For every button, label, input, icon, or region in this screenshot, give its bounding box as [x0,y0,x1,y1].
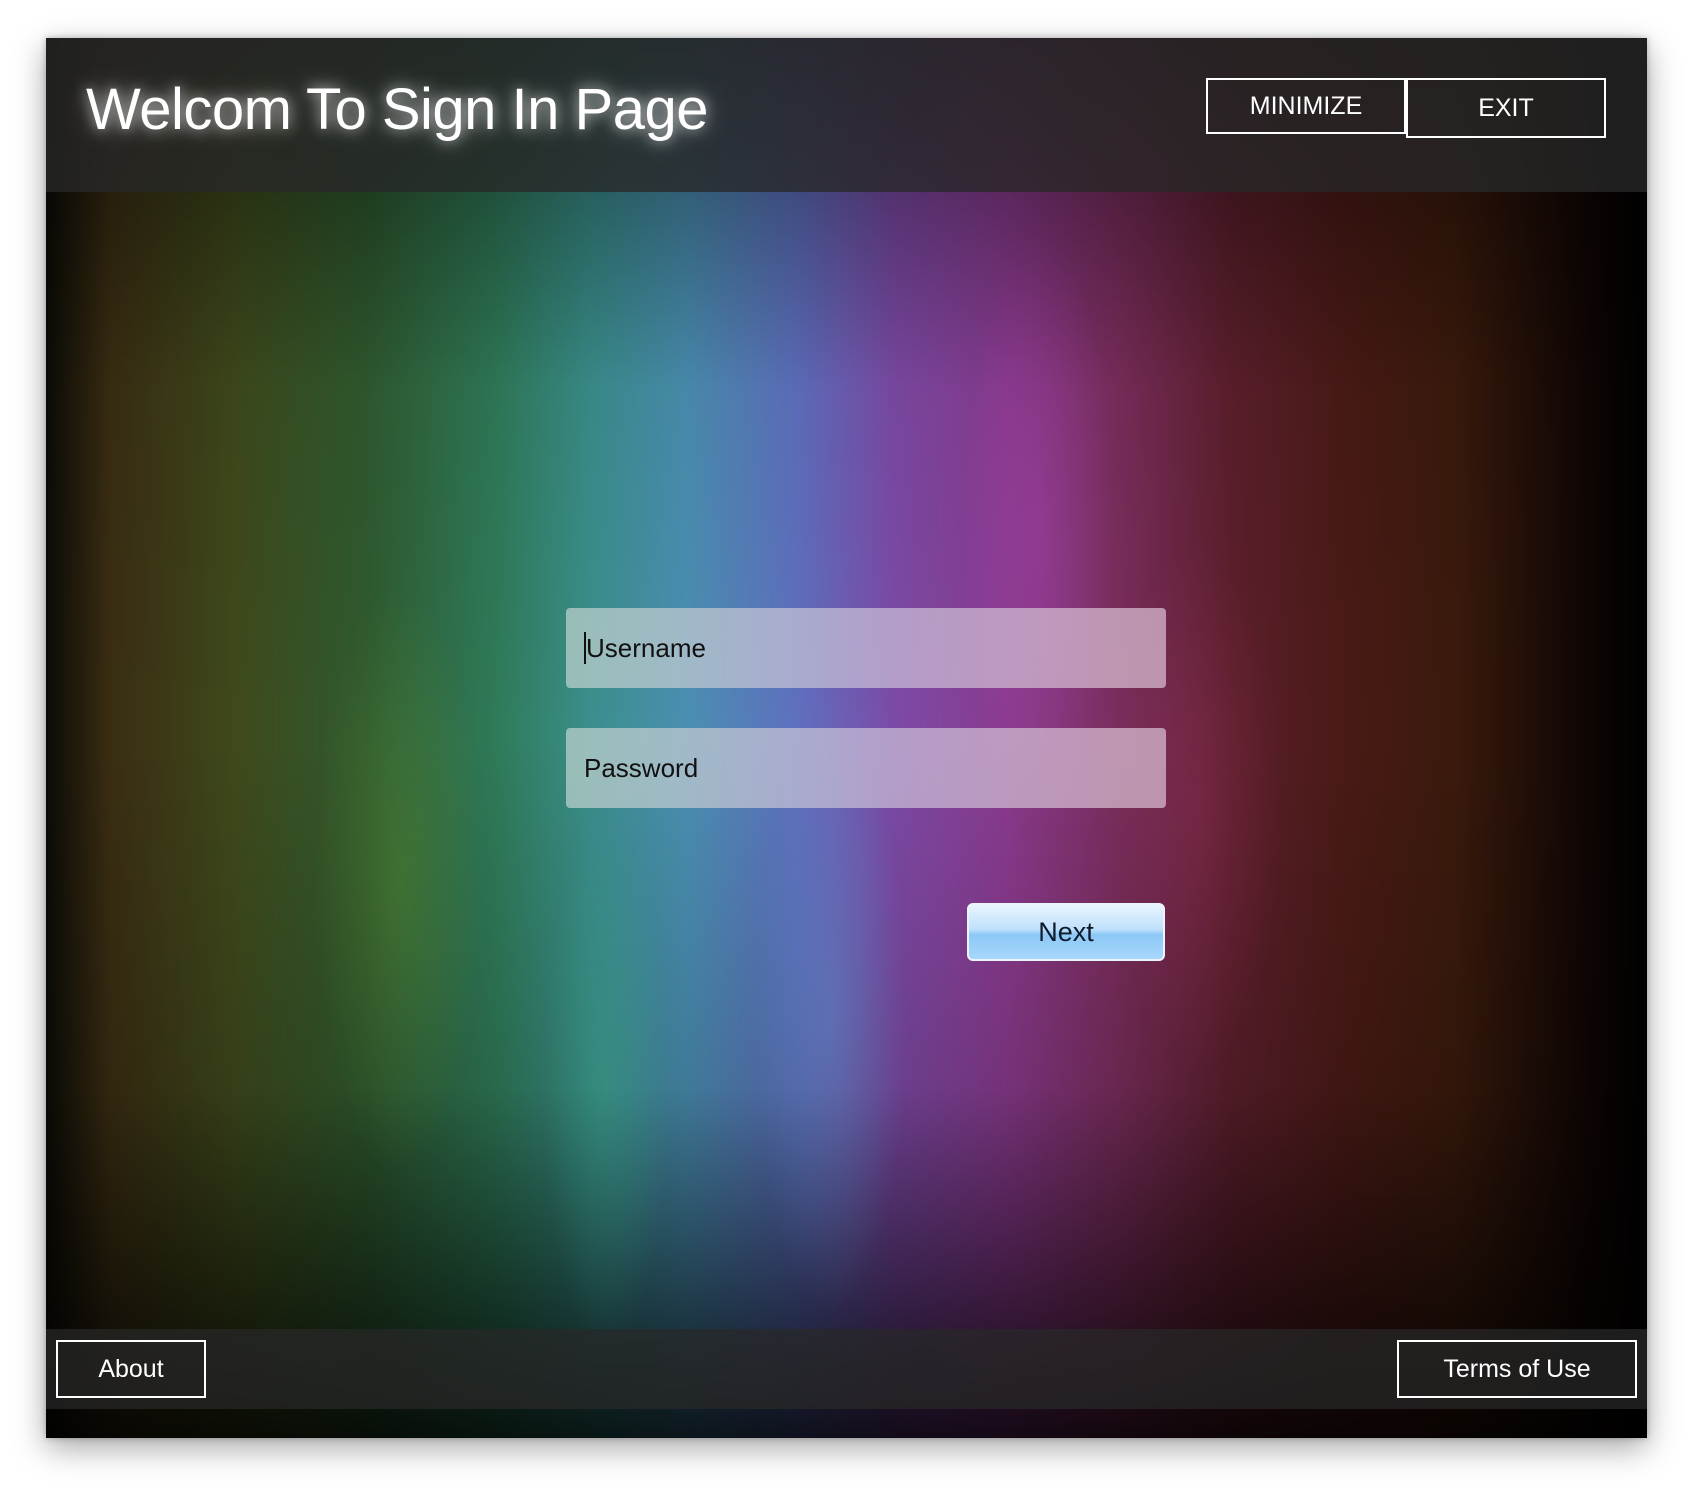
header-bar: Welcom To Sign In Page MINIMIZE EXIT [46,38,1647,192]
password-field[interactable]: Password [566,728,1166,808]
about-button[interactable]: About [56,1340,206,1398]
username-field[interactable]: Username [566,608,1166,688]
page-title: Welcom To Sign In Page [86,77,709,142]
footer-bar: About Terms of Use [46,1329,1647,1409]
exit-button[interactable]: EXIT [1406,78,1606,138]
next-button[interactable]: Next [967,903,1165,961]
password-placeholder: Password [584,752,699,783]
minimize-button[interactable]: MINIMIZE [1206,78,1406,134]
username-placeholder: Username [586,632,706,663]
terms-of-use-button[interactable]: Terms of Use [1397,1340,1637,1398]
sign-in-window: Welcom To Sign In Page MINIMIZE EXIT Use… [46,38,1647,1438]
